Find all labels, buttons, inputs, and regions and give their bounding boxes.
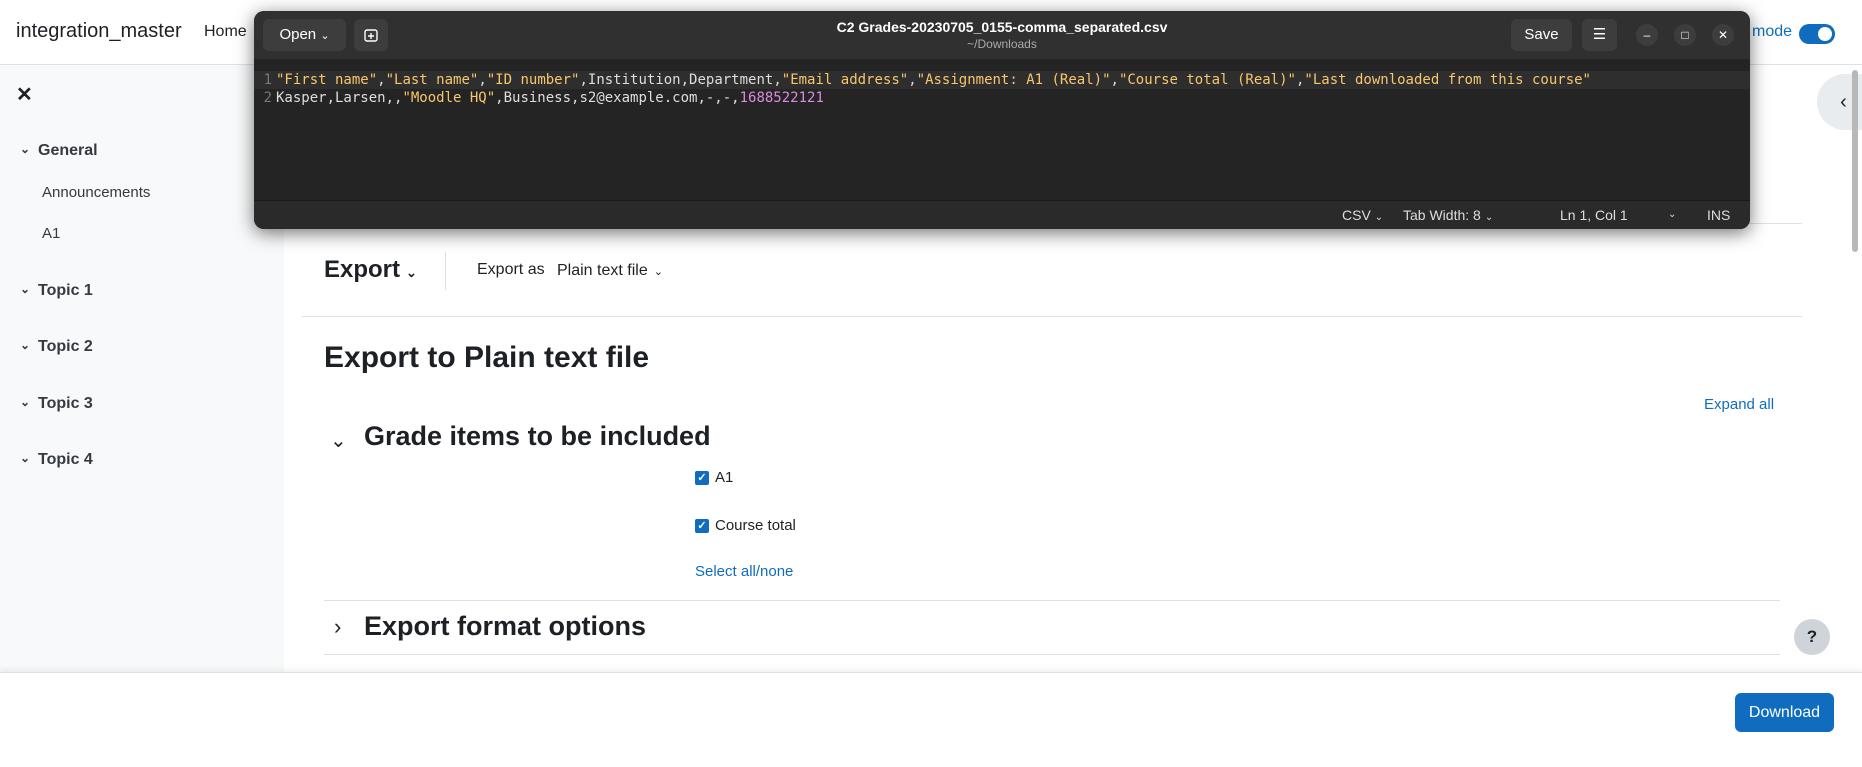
fieldset-export-format[interactable]: Export format options	[364, 611, 646, 642]
divider	[324, 654, 1780, 655]
chevron-down-icon[interactable]: ⌄	[20, 142, 38, 156]
checkbox-label-course-total: Course total	[715, 517, 796, 534]
section-topic-3[interactable]: ⌄ Topic 3	[20, 395, 93, 413]
checkbox-course-total[interactable]: ✓	[695, 519, 709, 533]
chevron-down-icon: ⌄	[406, 265, 417, 280]
section-topic-2[interactable]: ⌄ Topic 2	[20, 338, 93, 356]
divider	[445, 252, 446, 290]
chevron-down-icon[interactable]: ⌄	[20, 395, 38, 409]
close-drawer-icon[interactable]: ✕	[16, 82, 33, 107]
edit-mode-label: mode	[1752, 23, 1793, 40]
site-name[interactable]: integration_master	[16, 20, 182, 43]
section-topic-1[interactable]: ⌄ Topic 1	[20, 282, 93, 300]
checkbox-a1[interactable]: ✓	[695, 471, 709, 485]
sticky-footer	[0, 672, 1862, 767]
course-index-item-a1[interactable]: A1	[42, 225, 60, 242]
language-selector[interactable]: CSV ⌄	[1342, 207, 1383, 223]
course-index-item-announcements[interactable]: Announcements	[42, 184, 150, 201]
chevron-down-icon[interactable]: ⌄	[20, 282, 38, 296]
course-index-drawer: ✕ ⌄ General Announcements A1 ⌄ Topic 1 ⌄ To…	[0, 65, 284, 672]
page-scrollbar[interactable]	[1852, 70, 1858, 252]
chevron-down-icon: ⌄	[653, 266, 663, 278]
section-general[interactable]: ⌄ General	[20, 142, 98, 160]
maximize-icon[interactable]: □	[1674, 24, 1696, 46]
edit-mode-toggle[interactable]	[1799, 24, 1835, 44]
line-number: 1	[263, 72, 272, 88]
close-icon[interactable]: ✕	[1712, 24, 1734, 46]
chevron-down-icon[interactable]: ⌄	[330, 428, 347, 453]
text-editor-window: Open ⌄ C2 Grades-20230705_0155-comma_sep…	[254, 11, 1750, 229]
chevron-down-icon[interactable]: ⌄	[20, 338, 38, 352]
insert-mode-indicator: INS	[1707, 207, 1731, 223]
hamburger-menu-icon[interactable]: ☰	[1582, 19, 1617, 51]
download-button[interactable]: Download	[1735, 693, 1834, 732]
export-action-menu[interactable]: Export ⌄	[324, 256, 417, 284]
export-format-select[interactable]: Plain text file ⌄	[557, 262, 663, 280]
chevron-down-icon[interactable]: ⌄	[20, 451, 38, 465]
editor-statusbar: CSV ⌄ Tab Width: 8 ⌄ Ln 1, Col 1 ⌄ INS	[254, 200, 1750, 229]
section-topic-4[interactable]: ⌄ Topic 4	[20, 451, 93, 469]
select-all-none-link[interactable]: Select all/none	[695, 563, 793, 580]
export-as-label: Export as	[477, 261, 545, 278]
minimize-icon[interactable]: –	[1636, 24, 1658, 46]
page-title: Export to Plain text file	[324, 341, 650, 374]
line-number: 2	[263, 90, 272, 106]
chevron-right-icon[interactable]: ›	[334, 614, 341, 640]
save-button[interactable]: Save	[1511, 19, 1572, 51]
editor-headerbar: Open ⌄ C2 Grades-20230705_0155-comma_sep…	[254, 11, 1750, 59]
fieldset-grade-items[interactable]: Grade items to be included	[364, 421, 711, 452]
chevron-down-icon: ⌄	[1374, 212, 1384, 223]
chevron-down-icon: ⌄	[1484, 212, 1494, 223]
chevron-down-icon[interactable]: ⌄	[1668, 209, 1676, 220]
tab-width-selector[interactable]: Tab Width: 8 ⌄	[1403, 207, 1493, 223]
cursor-position[interactable]: Ln 1, Col 1	[1560, 207, 1628, 223]
expand-all-link[interactable]: Expand all	[1704, 396, 1774, 413]
divider	[324, 600, 1780, 601]
editor-line[interactable]: 1 "First name","Last name","ID number",In…	[254, 71, 1750, 89]
editor-line[interactable]: 2 Kasper,Larsen,,"Moodle HQ",Business,s2@…	[254, 89, 1750, 107]
checkbox-label-a1: A1	[715, 469, 734, 486]
divider	[302, 316, 1802, 317]
nav-home-link[interactable]: Home	[204, 23, 247, 41]
help-button[interactable]: ?	[1794, 619, 1830, 655]
editor-text-area[interactable]: 1 "First name","Last name","ID number",In…	[254, 59, 1750, 200]
